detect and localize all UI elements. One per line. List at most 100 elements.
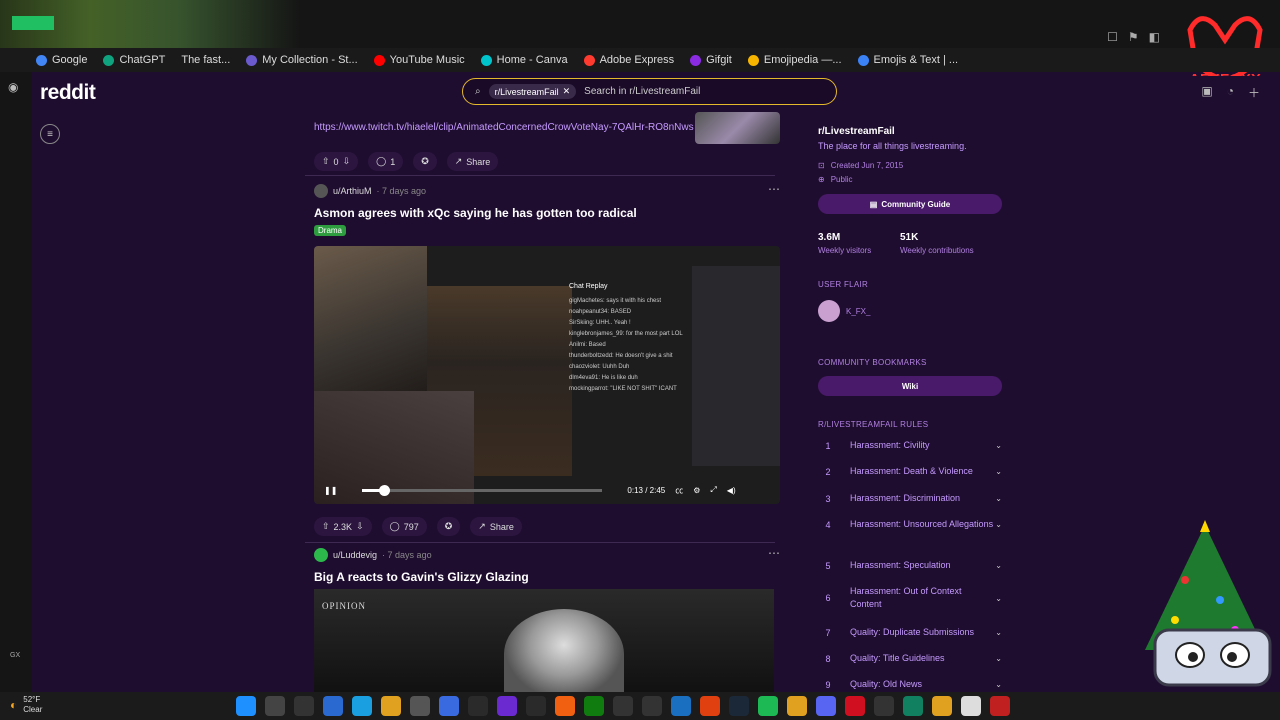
ads-icon[interactable]: ▣ xyxy=(1201,84,1212,101)
app-icon[interactable] xyxy=(642,696,662,716)
captions-icon[interactable]: ㏄ xyxy=(675,485,683,496)
vote-control[interactable]: ⇧ 2.3K ⇩ xyxy=(314,517,372,536)
bookmark-icon[interactable]: ☐ xyxy=(1107,30,1118,44)
extensions-icon[interactable]: ◧ xyxy=(1149,30,1160,44)
scrubber-handle[interactable] xyxy=(378,485,390,496)
community-guide-button[interactable]: ▤ Community Guide xyxy=(818,194,1002,214)
bookmark-youtube-music[interactable]: YouTube Music xyxy=(373,54,465,66)
share-button[interactable]: ↗ Share xyxy=(470,517,522,536)
bookmark-google[interactable]: Google xyxy=(36,54,87,66)
app-icon[interactable] xyxy=(468,696,488,716)
edge-icon[interactable] xyxy=(352,696,372,716)
app-icon[interactable] xyxy=(439,696,459,716)
volume-icon[interactable]: ◀) xyxy=(727,486,736,495)
post-title[interactable]: Big A reacts to Gavin's Glizzy Glazing xyxy=(314,570,529,584)
app-icon[interactable] xyxy=(671,696,691,716)
video-scrubber[interactable] xyxy=(362,485,602,496)
app-icon[interactable] xyxy=(497,696,517,716)
chevron-down-icon[interactable]: ⌄ xyxy=(995,594,1002,603)
pause-icon[interactable]: ❚❚ xyxy=(324,486,337,495)
discord-icon[interactable]: ◉ xyxy=(8,80,24,94)
bookmark-canva[interactable]: Home - Canva xyxy=(480,54,568,66)
close-icon[interactable]: ✕ xyxy=(563,86,571,97)
chat-icon[interactable]: ◔ xyxy=(1227,84,1234,101)
chevron-down-icon[interactable]: ⌄ xyxy=(995,680,1002,689)
bookmark-adobe-express[interactable]: Adobe Express xyxy=(583,54,674,66)
app-icon[interactable] xyxy=(410,696,430,716)
user-flair[interactable]: K_FX_ xyxy=(818,300,870,322)
chevron-down-icon[interactable]: ⌄ xyxy=(995,467,1002,476)
rule-item[interactable]: 6 Harassment: Out of Context Content ⌄ xyxy=(818,585,1002,611)
search-input[interactable]: Search in r/LivestreamFail xyxy=(584,86,700,97)
opera-gx-icon[interactable] xyxy=(845,696,865,716)
post-flair[interactable]: Drama xyxy=(314,225,347,236)
chevron-down-icon[interactable]: ⌄ xyxy=(995,520,1002,529)
comments-button[interactable]: ◯ 797 xyxy=(381,517,427,536)
rule-item[interactable]: 2 Harassment: Death & Violence ⌄ xyxy=(818,465,1002,478)
fullscreen-icon[interactable]: ⤢ xyxy=(710,485,716,495)
app-icon[interactable] xyxy=(294,696,314,716)
more-options-icon[interactable]: ⋯ xyxy=(768,546,780,560)
more-options-icon[interactable]: ⋯ xyxy=(768,182,780,196)
file-explorer-icon[interactable] xyxy=(381,696,401,716)
bookmark-emojis-text[interactable]: Emojis & Text | ... xyxy=(857,54,958,66)
steam-icon[interactable] xyxy=(729,696,749,716)
app-icon[interactable] xyxy=(874,696,894,716)
app-icon[interactable] xyxy=(700,696,720,716)
post-title[interactable]: Asmon agrees with xQc saying he has gott… xyxy=(314,206,637,220)
downvote-icon[interactable]: ⇩ xyxy=(356,521,364,532)
upvote-icon[interactable]: ⇧ xyxy=(322,156,330,167)
weather-widget[interactable]: ◐ 52°F Clear xyxy=(10,695,42,715)
chevron-down-icon[interactable]: ⌄ xyxy=(995,441,1002,450)
pin-icon[interactable]: ⚑ xyxy=(1128,30,1139,44)
chevron-down-icon[interactable]: ⌄ xyxy=(995,628,1002,637)
spotify-icon[interactable] xyxy=(758,696,778,716)
post-image[interactable]: OPINION xyxy=(314,589,774,692)
avatar[interactable] xyxy=(314,184,328,198)
chevron-down-icon[interactable]: ⌄ xyxy=(995,494,1002,503)
rule-item[interactable]: 1 Harassment: Civility ⌄ xyxy=(818,439,1002,452)
bookmark-fast[interactable]: The fast... xyxy=(181,54,230,66)
subreddit-chip[interactable]: r/LivestreamFail ✕ xyxy=(488,84,577,99)
bookmark-emojipedia[interactable]: Emojipedia —... xyxy=(747,54,842,66)
chrome-icon[interactable] xyxy=(787,696,807,716)
menu-icon[interactable]: ≡ xyxy=(40,124,60,144)
discord-icon[interactable] xyxy=(816,696,836,716)
video-player[interactable]: Chat Replay gigMachetes: says it with hi… xyxy=(314,246,780,504)
wiki-button[interactable]: Wiki xyxy=(818,376,1002,396)
rule-item[interactable]: 8 Quality: Title Guidelines ⌄ xyxy=(818,652,1002,665)
upvote-icon[interactable]: ⇧ xyxy=(322,521,330,532)
app-icon[interactable] xyxy=(932,696,952,716)
bookmark-my-collection[interactable]: My Collection - St... xyxy=(246,54,358,66)
app-icon[interactable] xyxy=(961,696,981,716)
rule-item[interactable]: 7 Quality: Duplicate Submissions ⌄ xyxy=(818,626,1002,639)
share-button[interactable]: ↗ Share xyxy=(446,152,499,171)
app-icon[interactable] xyxy=(555,696,575,716)
avatar[interactable] xyxy=(314,548,328,562)
post-thumbnail[interactable] xyxy=(695,112,780,144)
award-button[interactable]: ✪ xyxy=(413,152,437,171)
app-icon[interactable] xyxy=(323,696,343,716)
author-name[interactable]: u/Luddevig xyxy=(333,550,377,560)
reddit-logo[interactable]: reddit xyxy=(40,81,96,105)
chevron-down-icon[interactable]: ⌄ xyxy=(995,654,1002,663)
rule-item[interactable]: 5 Harassment: Speculation ⌄ xyxy=(818,559,1002,572)
post-link[interactable]: https://www.twitch.tv/hiaelel/clip/Anima… xyxy=(314,122,694,133)
app-icon[interactable] xyxy=(990,696,1010,716)
chevron-down-icon[interactable]: ⌄ xyxy=(995,561,1002,570)
windows-start-icon[interactable] xyxy=(236,696,256,716)
create-icon[interactable]: ＋ xyxy=(1248,84,1260,101)
taskview-icon[interactable] xyxy=(265,696,285,716)
search-bar[interactable]: ⌕ r/LivestreamFail ✕ Search in r/Livestre… xyxy=(462,78,837,105)
downvote-icon[interactable]: ⇩ xyxy=(343,156,351,167)
settings-icon[interactable]: ⚙ xyxy=(693,486,700,495)
app-icon[interactable] xyxy=(903,696,923,716)
comments-button[interactable]: ◯ 1 xyxy=(368,152,404,171)
xbox-icon[interactable] xyxy=(584,696,604,716)
rule-item[interactable]: 4 Harassment: Unsourced Allegations ⌄ xyxy=(818,518,1002,531)
bookmark-chatgpt[interactable]: ChatGPT xyxy=(103,54,165,66)
rule-item[interactable]: 3 Harassment: Discrimination ⌄ xyxy=(818,492,1002,505)
author-name[interactable]: u/ArthiuM xyxy=(333,186,372,196)
app-icon[interactable] xyxy=(526,696,546,716)
award-button[interactable]: ✪ xyxy=(436,517,461,536)
